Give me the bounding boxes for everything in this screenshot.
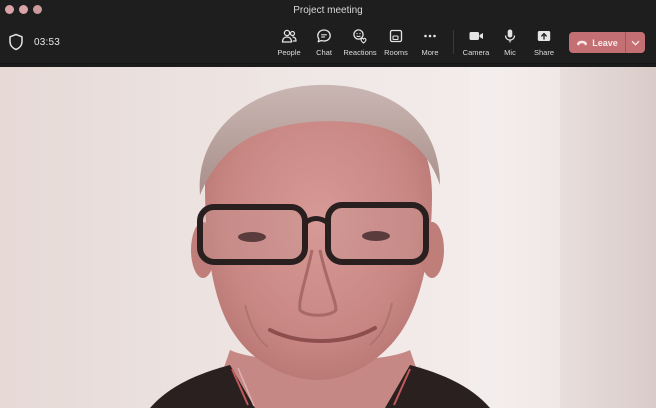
- rooms-icon: [389, 29, 403, 43]
- mic-icon: [504, 29, 516, 43]
- participant-image: [0, 65, 656, 408]
- mic-label: Mic: [504, 48, 516, 57]
- chat-label: Chat: [316, 48, 332, 57]
- more-icon: [424, 34, 436, 38]
- hang-up-icon: [577, 40, 588, 45]
- chat-button[interactable]: Chat: [311, 26, 337, 60]
- share-button[interactable]: Share: [531, 26, 557, 60]
- camera-icon: [469, 32, 483, 40]
- window-title: Project meeting: [293, 5, 363, 16]
- participant-video[interactable]: [0, 65, 656, 408]
- more-label: More: [421, 48, 439, 57]
- camera-button[interactable]: Camera: [461, 26, 491, 60]
- leave-button-group: Leave: [569, 32, 645, 53]
- share-label: Share: [533, 48, 554, 57]
- leave-button[interactable]: Leave: [569, 32, 625, 53]
- chat-icon: [317, 29, 331, 43]
- reactions-icon: [353, 29, 367, 44]
- title-bar: Project meeting: [0, 0, 656, 22]
- share-icon: [537, 31, 551, 41]
- toolbar-divider: [453, 30, 454, 54]
- rooms-label: Rooms: [384, 48, 408, 57]
- people-label: People: [277, 48, 301, 57]
- meeting-toolbar: 03:53 People Chat Reactions Rooms More C…: [0, 22, 656, 64]
- leave-options-button[interactable]: [626, 32, 645, 53]
- chevron-down-icon: [631, 40, 640, 46]
- shield-icon[interactable]: [8, 33, 24, 51]
- camera-label: Camera: [462, 48, 490, 57]
- meeting-window: Project meeting 03:53 People Chat Reacti…: [0, 0, 656, 408]
- reactions-label: Reactions: [343, 48, 377, 57]
- people-icon: [281, 29, 297, 43]
- reactions-button[interactable]: Reactions: [342, 26, 378, 60]
- rooms-button[interactable]: Rooms: [383, 26, 409, 60]
- more-button[interactable]: More: [417, 26, 443, 60]
- leave-label: Leave: [592, 37, 618, 48]
- meeting-timer: 03:53: [34, 37, 61, 48]
- mic-button[interactable]: Mic: [497, 26, 523, 60]
- people-button[interactable]: People: [276, 26, 302, 60]
